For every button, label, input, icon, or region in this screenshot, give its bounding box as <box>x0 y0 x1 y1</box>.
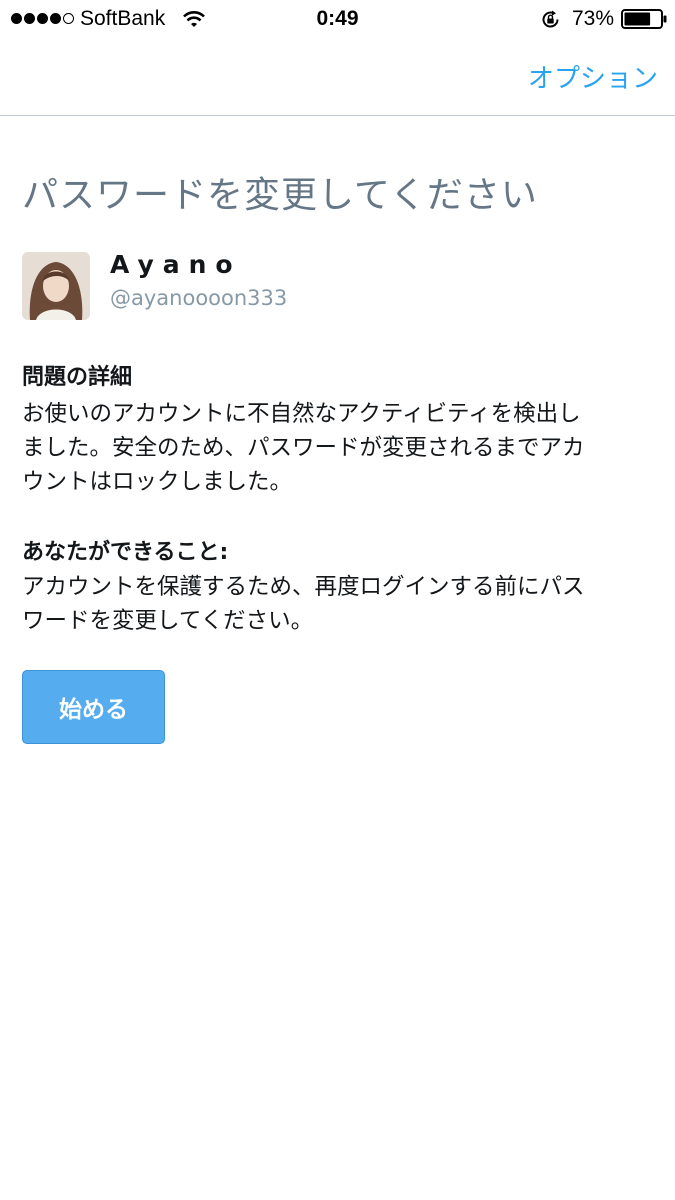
page-title: パスワードを変更してください <box>22 175 538 216</box>
options-button[interactable]: オプション <box>528 58 658 95</box>
what-you-can-do-heading: あなたができること: <box>22 540 229 565</box>
rotation-lock-icon <box>542 10 559 28</box>
status-bar: SoftBank 0:49 73% <box>0 0 675 40</box>
nav-bar: オプション <box>0 40 675 116</box>
avatar-photo <box>22 252 90 320</box>
what-you-can-do-text: アカウントを保護するため、再度ログインする前にパス ワードを変更してください。 <box>22 570 657 638</box>
problem-details-heading: 問題の詳細 <box>22 365 133 390</box>
user-handle: @ayanoooon333 <box>110 286 288 310</box>
avatar <box>22 252 90 320</box>
text-line: ワードを変更してください。 <box>22 608 314 634</box>
user-display-name: Ayano <box>110 250 242 279</box>
text-line: ウントはロックしました。 <box>22 469 293 495</box>
problem-details-text: お使いのアカウントに不自然なアクティビティを検出し ました。安全のため、パスワー… <box>22 397 657 499</box>
text-line: アカウントを保護するため、再度ログインする前にパス <box>22 574 585 600</box>
battery-percentage: 73% <box>572 7 615 30</box>
text-line: ました。安全のため、パスワードが変更されるまでアカ <box>22 435 585 461</box>
start-button[interactable]: 始める <box>22 670 165 744</box>
battery-icon <box>621 9 667 29</box>
text-line: お使いのアカウントに不自然なアクティビティを検出し <box>22 401 581 427</box>
